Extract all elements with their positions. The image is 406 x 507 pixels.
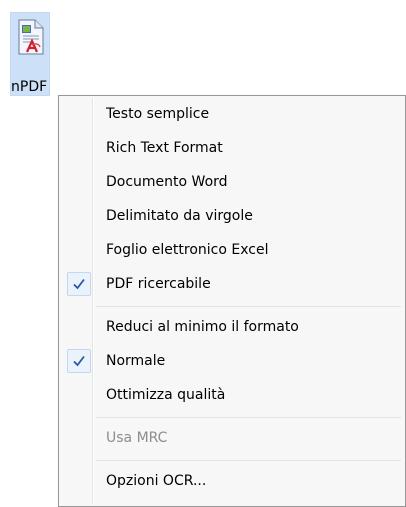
menu-item-documento-word[interactable]: Documento Word	[61, 167, 403, 199]
menu-item-foglio-elettronico-excel[interactable]: Foglio elettronico Excel	[61, 235, 403, 267]
menu-item-ottimizza-qualità[interactable]: Ottimizza qualità	[61, 380, 403, 412]
menu-item-opzioni-ocr[interactable]: Opzioni OCR...	[61, 466, 403, 498]
menu-item-usa-mrc: Usa MRC	[61, 423, 403, 455]
menu-separator	[96, 417, 401, 418]
menu-item-pdf-ricercabile[interactable]: PDF ricercabile	[61, 269, 403, 301]
menu-item-rich-text-format[interactable]: Rich Text Format	[61, 133, 403, 165]
menu-item-delimitato-da-virgole[interactable]: Delimitato da virgole	[61, 201, 403, 233]
pdf-document-icon	[18, 19, 44, 55]
menu-item-label: Testo semplice	[106, 106, 210, 122]
menu-item-label: Foglio elettronico Excel	[106, 242, 269, 258]
checkmark-icon	[67, 349, 91, 373]
context-menu: Testo semplice Rich Text Format Documento …	[58, 95, 406, 507]
menu-item-testo-semplice[interactable]: Testo semplice	[61, 99, 403, 131]
menu-item-label: Reduci al minimo il formato	[106, 319, 299, 335]
menu-separator	[96, 306, 401, 307]
menu-item-label: Ottimizza qualità	[106, 387, 226, 403]
menu-item-label: Rich Text Format	[106, 140, 223, 156]
menu-item-label: Documento Word	[106, 174, 228, 190]
menu-item-label: Usa MRC	[106, 430, 168, 446]
npdf-desktop-icon[interactable]: nPDF	[10, 12, 78, 98]
menu-item-label: Delimitato da virgole	[106, 208, 253, 224]
menu-item-label: Opzioni OCR...	[106, 473, 207, 489]
menu-item-label: PDF ricercabile	[106, 276, 211, 292]
menu-separator	[96, 460, 401, 461]
icon-label: nPDF	[11, 79, 48, 95]
menu-item-normale[interactable]: Normale	[61, 346, 403, 378]
checkmark-icon	[67, 272, 91, 296]
menu-item-reduci-al-minimo-il-formato[interactable]: Reduci al minimo il formato	[61, 312, 403, 344]
menu-item-label: Normale	[106, 353, 166, 369]
